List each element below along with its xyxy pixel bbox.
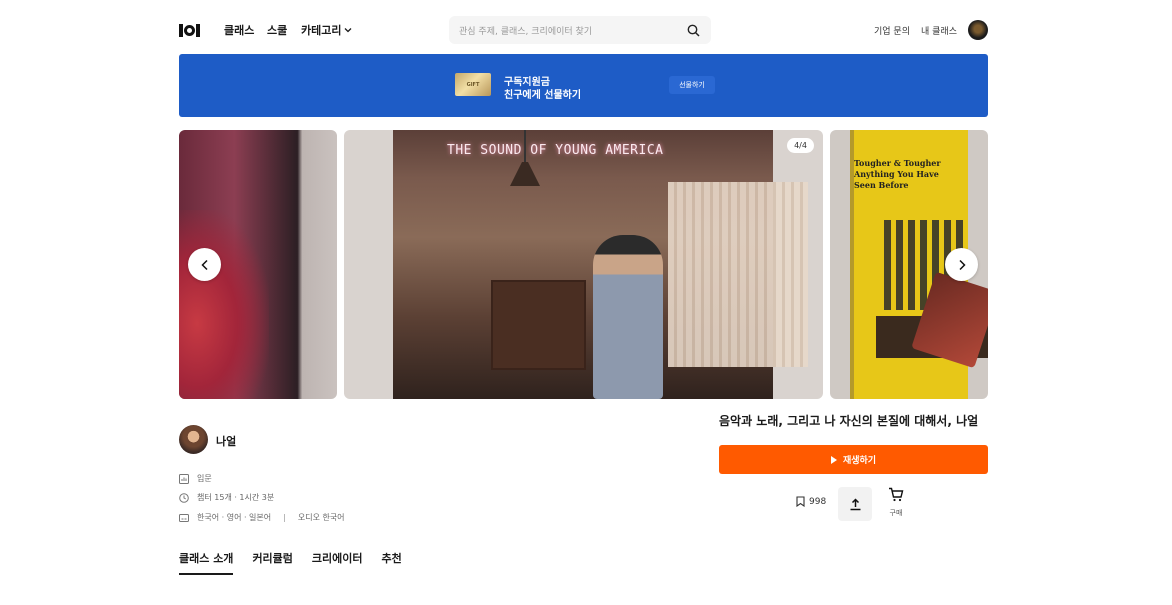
lamp-shade	[510, 162, 540, 186]
poster-text: Tougher & Tougher Anything You Have Seen…	[854, 158, 941, 190]
promo-banner[interactable]: GIFT 구독지원금 친구에게 선물하기 선물하기	[179, 54, 988, 117]
meta-subtitles-text: 한국어 · 영어 · 일본어	[197, 513, 272, 522]
carousel-slide-current: THE SOUND OF YOUNG AMERICA	[344, 130, 823, 399]
chevron-right-icon	[958, 259, 966, 270]
my-classes-link[interactable]: 내 클래스	[921, 24, 957, 37]
meta-level: 입문	[179, 473, 212, 484]
buy-label: 구매	[889, 509, 903, 517]
gift-button[interactable]: 선물하기	[669, 76, 715, 94]
tab-intro[interactable]: 클래스 소개	[179, 550, 234, 575]
logo[interactable]	[179, 23, 204, 37]
carousel-next-button[interactable]	[945, 248, 978, 281]
logo-bar	[196, 23, 200, 37]
banner-subtitle: 친구에게 선물하기	[504, 90, 582, 101]
gift-card-text: GIFT	[466, 81, 480, 88]
meta-duration-text: 챕터 15개 · 1시간 3분	[197, 493, 275, 502]
subtitle-icon	[179, 513, 189, 522]
logo-circle	[184, 24, 195, 36]
nav-school[interactable]: 스쿨	[267, 22, 287, 38]
bookmark-count: 998	[809, 496, 827, 507]
class-tabs: 클래스 소개 커리큘럼 크리에이터 추천	[179, 550, 402, 575]
share-icon	[850, 497, 860, 510]
business-inquiry-link[interactable]: 기업 문의	[874, 24, 910, 37]
user-avatar[interactable]	[968, 20, 988, 40]
meta-duration: 챕터 15개 · 1시간 3분	[179, 492, 274, 503]
chart-icon	[179, 473, 189, 484]
top-header: 클래스 스쿨 카테고리 관심 주제, 클래스, 크리에이터 찾기 기업 문의 내…	[0, 0, 1172, 54]
meta-level-text: 입문	[197, 474, 212, 483]
meta-audio-text: 오디오 한국어	[297, 513, 345, 522]
buy-button[interactable]: 구매	[886, 487, 906, 518]
slide-counter: 4/4	[787, 138, 814, 153]
carousel-prev-button[interactable]	[188, 248, 221, 281]
chevron-left-icon	[200, 259, 208, 270]
person	[593, 235, 663, 399]
dresser	[491, 280, 586, 370]
class-title: 음악과 노래, 그리고 나 자신의 본질에 대해서, 나얼	[719, 414, 979, 428]
curtain	[668, 182, 808, 367]
bookmark-button[interactable]: 998	[796, 496, 826, 507]
search-input[interactable]: 관심 주제, 클래스, 크리에이터 찾기	[459, 24, 592, 37]
chevron-down-icon	[345, 28, 352, 33]
tab-curriculum[interactable]: 커리큘럼	[252, 550, 292, 575]
creator-avatar[interactable]	[179, 425, 208, 454]
creator-name[interactable]: 나얼	[216, 433, 236, 449]
search-bar[interactable]: 관심 주제, 클래스, 크리에이터 찾기	[449, 16, 711, 44]
tab-creator[interactable]: 크리에이터	[312, 550, 363, 575]
meta-separator: |	[283, 513, 286, 522]
clock-icon	[179, 492, 189, 503]
nav-category[interactable]: 카테고리	[301, 22, 352, 38]
gift-card-image: GIFT	[455, 73, 491, 96]
nav-category-label: 카테고리	[301, 24, 342, 37]
logo-bar	[179, 23, 183, 37]
play-button-label: 재생하기	[842, 456, 877, 466]
nav-classes[interactable]: 클래스	[224, 22, 254, 38]
search-icon[interactable]	[687, 24, 700, 37]
tab-recommend[interactable]: 추천	[382, 550, 402, 575]
slide-image	[179, 210, 269, 399]
play-icon	[830, 455, 837, 464]
slide-image: THE SOUND OF YOUNG AMERICA	[393, 130, 808, 399]
share-button[interactable]	[838, 487, 872, 521]
meta-language: 한국어 · 영어 · 일본어 | 오디오 한국어	[179, 512, 345, 523]
neon-sign: THE SOUND OF YOUNG AMERICA	[447, 143, 664, 158]
play-button[interactable]: 재생하기	[719, 445, 988, 474]
cart-icon	[889, 487, 904, 502]
bookmark-icon	[796, 496, 805, 507]
